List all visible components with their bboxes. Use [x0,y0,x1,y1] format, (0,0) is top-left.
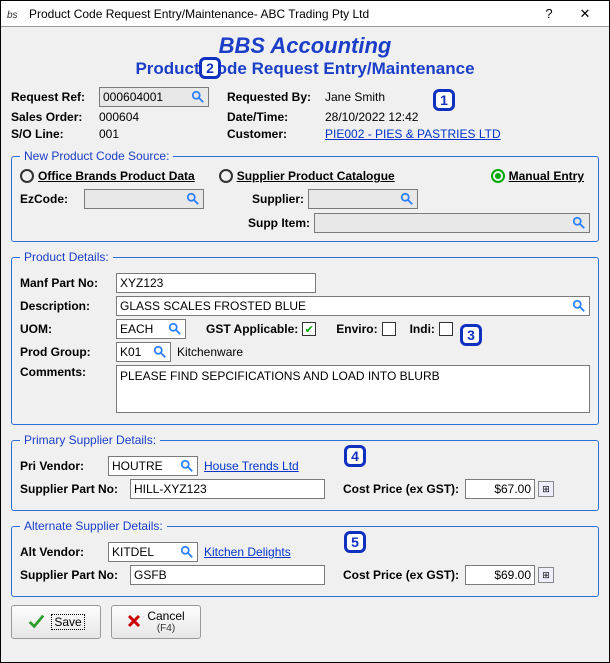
lookup-icon[interactable] [570,297,588,315]
check-icon [27,612,45,633]
radio-icon [219,169,233,183]
enviro-checkbox[interactable] [382,322,396,336]
request-ref-label: Request Ref: [11,90,99,104]
alt-cost-input[interactable] [465,565,535,585]
radio-office-brands[interactable]: Office Brands Product Data [20,169,195,183]
radio-manual-entry[interactable]: Manual Entry [491,169,584,183]
supp-item-label: Supp Item: [248,216,310,230]
manf-input[interactable] [116,273,316,293]
source-legend: New Product Code Source: [20,149,173,163]
group-name: Kitchenware [177,345,243,359]
sales-order-label: Sales Order: [11,110,99,124]
pri-part-label: Supplier Part No: [20,482,130,496]
alt-part-label: Supplier Part No: [20,568,130,582]
alternate-legend: Alternate Supplier Details: [20,519,167,533]
close-button[interactable]: ✕ [567,6,603,22]
app-icon: bs [7,6,23,22]
pri-cost-label: Cost Price (ex GST): [343,482,459,496]
pri-cost-input[interactable] [465,479,535,499]
lookup-icon[interactable] [570,214,588,232]
alternate-fieldset: Alternate Supplier Details: Alt Vendor: … [11,519,599,597]
alt-cost-label: Cost Price (ex GST): [343,568,459,582]
lookup-icon[interactable] [178,543,196,561]
enviro-label: Enviro: [336,322,377,336]
titlebar: bs Product Code Request Entry/Maintenanc… [1,1,609,27]
primary-legend: Primary Supplier Details: [20,433,160,447]
save-button[interactable]: Save [11,605,101,639]
badge-5: 5 [344,531,366,553]
datetime-value: 28/10/2022 12:42 [325,110,418,124]
product-fieldset: Product Details: Manf Part No: Descripti… [11,250,599,425]
pri-vendor-label: Pri Vendor: [20,459,108,473]
cancel-key: (F4) [157,623,175,634]
radio-supplier-catalogue[interactable]: Supplier Product Catalogue [219,169,395,183]
help-button[interactable]: ? [531,6,567,21]
alt-vendor-label: Alt Vendor: [20,545,108,559]
customer-label: Customer: [227,127,325,141]
alt-vendor-link[interactable]: Kitchen Delights [204,545,291,559]
group-label: Prod Group: [20,345,116,359]
product-legend: Product Details: [20,250,113,264]
svg-text:bs: bs [7,10,18,21]
customer-link[interactable]: PIE002 - PIES & PASTRIES LTD [325,127,501,141]
comments-input[interactable] [116,365,590,413]
content-area: BBS Accounting Product Code Request Entr… [1,27,609,647]
lookup-icon[interactable] [166,320,184,338]
app-heading: BBS Accounting [11,33,599,59]
sales-order-value: 000604 [99,110,209,124]
cancel-button[interactable]: Cancel (F4) [111,605,201,639]
badge-3: 3 [460,324,482,346]
desc-input[interactable] [116,296,590,316]
datetime-label: Date/Time: [227,110,325,124]
primary-fieldset: Primary Supplier Details: Pri Vendor: Ho… [11,433,599,511]
calculator-icon[interactable]: ⊞ [538,481,554,497]
comments-label: Comments: [20,365,116,379]
indi-label: Indi: [410,322,435,336]
cross-icon [127,614,141,631]
requested-by-value: Jane Smith [325,90,385,104]
radio-icon [491,169,505,183]
pri-vendor-link[interactable]: House Trends Ltd [204,459,299,473]
radio-icon [20,169,34,183]
supplier-label: Supplier: [252,192,304,206]
app-window: bs Product Code Request Entry/Maintenanc… [0,0,610,663]
indi-checkbox[interactable] [439,322,453,336]
gst-label: GST Applicable: [206,322,298,336]
cancel-label: Cancel [147,610,184,623]
badge-1: 1 [433,89,455,111]
badge-2: 2 [199,57,221,79]
pri-part-input[interactable] [130,479,325,499]
lookup-icon[interactable] [398,190,416,208]
so-line-label: S/O Line: [11,127,99,141]
lookup-icon[interactable] [178,457,196,475]
desc-label: Description: [20,299,116,313]
window-title: Product Code Request Entry/Maintenance- … [29,7,531,21]
ezcode-label: EzCode: [20,192,80,206]
lookup-icon[interactable] [151,343,169,361]
requested-by-label: Requested By: [227,90,325,104]
page-heading: Product Code Request Entry/Maintenance [11,59,599,79]
lookup-icon[interactable] [184,190,202,208]
source-fieldset: New Product Code Source: Office Brands P… [11,149,599,242]
gst-checkbox[interactable]: ✔ [302,322,316,336]
alt-part-input[interactable] [130,565,325,585]
uom-label: UOM: [20,322,116,336]
manf-label: Manf Part No: [20,276,116,290]
button-bar: Save Cancel (F4) [11,605,599,639]
supp-item-input[interactable] [314,213,590,233]
lookup-icon[interactable] [189,88,207,106]
so-line-value: 001 [99,127,209,141]
calculator-icon[interactable]: ⊞ [538,567,554,583]
badge-4: 4 [344,445,366,467]
save-label: Save [51,614,84,630]
